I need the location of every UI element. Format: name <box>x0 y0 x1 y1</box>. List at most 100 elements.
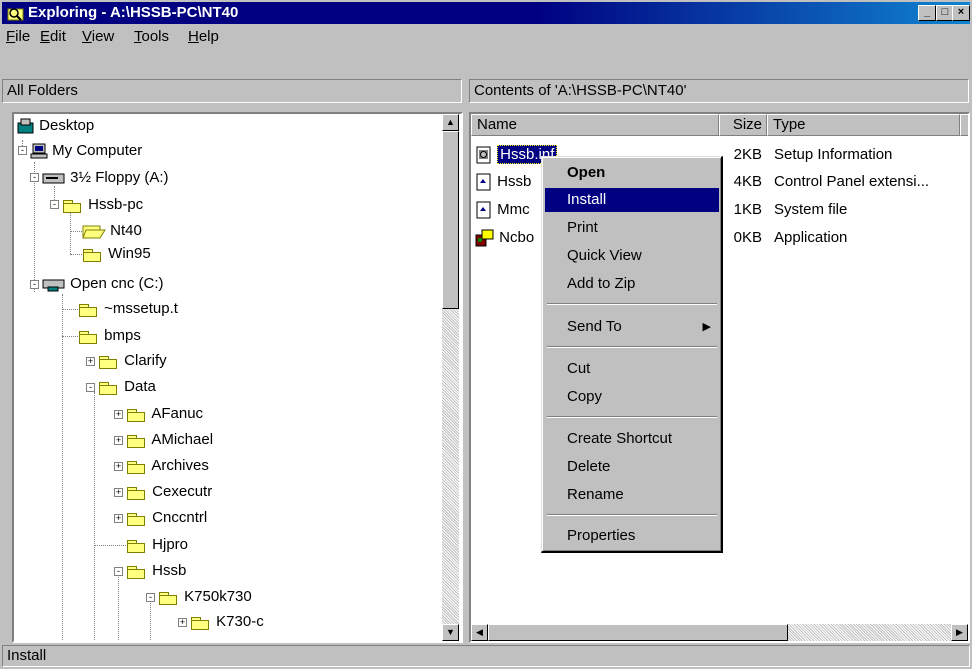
system-file-icon <box>476 201 491 219</box>
expand-toggle[interactable]: + <box>114 436 123 445</box>
file-type: Application <box>774 229 848 246</box>
tree-item-afanuc[interactable]: AFanuc <box>126 404 203 424</box>
folder-icon <box>158 590 180 605</box>
tree-item-hjpro[interactable]: Hjpro <box>126 535 188 555</box>
expand-toggle[interactable]: + <box>114 488 123 497</box>
tree-item-nt40[interactable]: Nt40 <box>82 221 142 241</box>
scroll-thumb[interactable] <box>442 131 459 309</box>
tree-item-my-computer[interactable]: My Computer <box>30 141 142 161</box>
file-size: 2KB <box>733 146 762 163</box>
context-menu: Open Install Print Quick View Add to Zip… <box>541 156 723 553</box>
tree-item-label: Clarify <box>124 352 167 369</box>
collapse-toggle[interactable]: - <box>146 593 155 602</box>
scroll-left-button[interactable]: ◀ <box>471 624 488 641</box>
menu-help[interactable]: Help <box>188 28 219 45</box>
file-row[interactable]: Hssb <box>475 170 531 194</box>
file-type: System file <box>774 201 848 218</box>
menu-tools[interactable]: Tools <box>134 28 169 45</box>
folder-icon <box>126 433 148 448</box>
file-size: 0KB <box>733 229 762 246</box>
expand-toggle[interactable]: + <box>114 462 123 471</box>
folder-icon <box>62 198 84 213</box>
tree-line <box>70 231 82 232</box>
tree-item-label: Archives <box>151 457 209 474</box>
folder-icon <box>98 380 120 395</box>
ctx-install[interactable]: Install <box>545 188 719 212</box>
tree-item-amichael[interactable]: AMichael <box>126 430 213 450</box>
collapse-toggle[interactable]: - <box>50 200 59 209</box>
folder-icon <box>126 485 148 500</box>
expand-toggle[interactable]: + <box>86 357 95 366</box>
title-bar[interactable]: Exploring - A:\HSSB-PC\NT40 _ □ × <box>2 2 970 24</box>
tree-item-open-cnc[interactable]: Open cnc (C:) <box>42 274 164 294</box>
ctx-properties[interactable]: Properties <box>545 524 719 548</box>
expand-toggle[interactable]: + <box>114 410 123 419</box>
ctx-send-to[interactable]: Send To ▶ <box>545 315 719 339</box>
expand-toggle[interactable]: + <box>178 618 187 627</box>
menu-file[interactable]: File <box>6 28 30 45</box>
ctx-copy[interactable]: Copy <box>545 385 719 409</box>
ctx-print[interactable]: Print <box>545 216 719 240</box>
menu-view-accel: V <box>82 28 92 45</box>
collapse-toggle[interactable]: - <box>86 383 95 392</box>
collapse-toggle[interactable]: - <box>18 146 27 155</box>
tree-item-data[interactable]: Data <box>98 377 156 397</box>
tree-line <box>94 545 126 546</box>
folder-icon <box>126 511 148 526</box>
tree-item-label: Data <box>124 378 156 395</box>
tree-item-k750k730[interactable]: K750k730 <box>158 587 252 607</box>
file-row[interactable]: Ncbo <box>475 226 534 250</box>
tree-item-cnccntrl[interactable]: Cnccntrl <box>126 508 207 528</box>
menu-edit[interactable]: Edit <box>40 28 66 45</box>
column-size-header[interactable]: Size <box>719 114 767 136</box>
minimize-button[interactable]: _ <box>918 5 936 21</box>
collapse-toggle[interactable]: - <box>114 567 123 576</box>
ctx-create-shortcut[interactable]: Create Shortcut <box>545 427 719 451</box>
close-button[interactable]: × <box>952 5 970 21</box>
tree-item-desktop[interactable]: Desktop <box>17 116 94 136</box>
folder-icon <box>126 538 148 553</box>
tree-item-hssb[interactable]: Hssb <box>126 561 186 581</box>
tree-item-hssb-pc[interactable]: Hssb-pc <box>62 195 143 215</box>
window-title: Exploring - A:\HSSB-PC\NT40 <box>28 4 239 21</box>
tree-item-bmps[interactable]: bmps <box>78 326 141 346</box>
column-modified-header[interactable] <box>960 114 968 136</box>
scroll-right-button[interactable]: ▶ <box>951 624 968 641</box>
explorer-window: Exploring - A:\HSSB-PC\NT40 _ □ × File E… <box>0 0 972 669</box>
ctx-rename[interactable]: Rename <box>545 483 719 507</box>
column-name-header[interactable]: Name <box>471 114 719 136</box>
file-type: Control Panel extensi... <box>774 173 930 190</box>
hscroll-thumb[interactable] <box>488 624 788 641</box>
ctx-cut[interactable]: Cut <box>545 357 719 381</box>
file-size: 1KB <box>733 201 762 218</box>
ctx-open[interactable]: Open <box>545 161 719 185</box>
tree-item-label: bmps <box>104 327 141 344</box>
scroll-down-button[interactable]: ▼ <box>442 624 459 641</box>
ctx-add-to-zip[interactable]: Add to Zip <box>545 272 719 296</box>
tree-item-label: K750k730 <box>184 588 252 605</box>
contents-hscrollbar[interactable]: ◀ ▶ <box>471 624 968 641</box>
tree-item-mssetup[interactable]: ~mssetup.t <box>78 299 178 319</box>
tree-item-cexecutr[interactable]: Cexecutr <box>126 482 212 502</box>
menu-help-accel: H <box>188 28 199 45</box>
tree-item-clarify[interactable]: Clarify <box>98 351 167 371</box>
ctx-send-to-label: Send To <box>567 318 622 335</box>
collapse-toggle[interactable]: - <box>30 280 39 289</box>
collapse-toggle[interactable]: - <box>30 173 39 182</box>
folder-tree-pane[interactable]: Desktop - My Computer - 3½ Floppy (A:) -… <box>12 112 463 643</box>
folder-tree-scrollbar[interactable]: ▲ ▼ <box>442 114 459 641</box>
column-type-header[interactable]: Type <box>767 114 960 136</box>
menu-view[interactable]: View <box>82 28 114 45</box>
ctx-delete[interactable]: Delete <box>545 455 719 479</box>
menu-file-rest: ile <box>15 28 31 45</box>
scroll-up-button[interactable]: ▲ <box>442 114 459 131</box>
tree-item-label: K730-c <box>216 613 264 630</box>
menu-bar: File Edit View Tools Help <box>2 26 970 48</box>
file-row[interactable]: Mmc <box>475 198 530 222</box>
expand-toggle[interactable]: + <box>114 514 123 523</box>
ctx-quick-view[interactable]: Quick View <box>545 244 719 268</box>
tree-item-k730-c[interactable]: K730-c <box>190 612 264 632</box>
tree-item-floppy[interactable]: 3½ Floppy (A:) <box>42 168 169 188</box>
tree-item-archives[interactable]: Archives <box>126 456 209 476</box>
tree-item-win95[interactable]: Win95 <box>82 244 151 264</box>
